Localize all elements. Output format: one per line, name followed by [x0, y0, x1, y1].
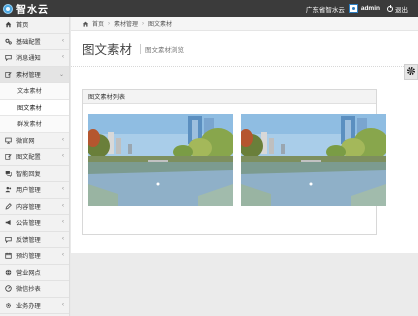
sidebar-item-label: 反馈管理 [16, 236, 41, 244]
page-header: 图文素材 图文素材浏览 [71, 31, 418, 67]
sidebar-subitem-label: 群发素材 [17, 121, 42, 129]
gear-icon [406, 66, 416, 78]
river-city-photo [88, 114, 233, 206]
sidebar-item-label: 微官网 [16, 137, 35, 145]
desktop-icon [5, 137, 12, 144]
sidebar-item-label: 预约管理 [16, 253, 41, 261]
comment-icon [5, 54, 12, 62]
sidebar-item-meter-reading[interactable]: 微信抄表 [0, 281, 69, 298]
chevron-left-icon: ‹ [62, 301, 64, 308]
sidebar-item-content-management[interactable]: 内容管理 ‹ [0, 199, 69, 215]
chevron-left-icon: ‹ [62, 202, 64, 209]
chevron-left-icon: ‹ [62, 153, 64, 159]
breadcrumb-current: 图文素材 [148, 22, 173, 28]
sidebar-item-label: 基础配置 [16, 38, 41, 46]
edit-icon [5, 153, 12, 160]
chevron-down-icon: ⌄ [58, 71, 64, 78]
chevron-left-icon: ‹ [62, 219, 64, 225]
pencil-icon [5, 202, 12, 210]
river-city-photo [241, 114, 386, 206]
breadcrumb-home[interactable]: 首页 [92, 19, 104, 28]
sidebar-item-image-text-config[interactable]: 图文配置 ‹ [0, 149, 69, 166]
page-subtitle: 图文素材浏览 [140, 43, 184, 54]
image-text-list-panel: 图文素材列表 [82, 89, 386, 235]
top-navbar: 智水云 广东省智水云 admin 退出 [0, 0, 418, 17]
sidebar-item-label: 微信抄表 [16, 286, 41, 294]
sidebar-item-home[interactable]: 首页 [0, 17, 69, 34]
sidebar-item-feedback-management[interactable]: 反馈管理 ‹ [0, 232, 69, 248]
sidebar-item-appointment-management[interactable]: 预约管理 ‹ [0, 248, 69, 265]
chevron-left-icon: ‹ [62, 136, 64, 143]
brand[interactable]: 智水云 [0, 1, 49, 16]
chevron-left-icon: ‹ [62, 54, 64, 60]
comment-icon [5, 236, 12, 243]
chevron-left-icon: ‹ [62, 235, 64, 242]
sidebar-item-label: 业务办理 [16, 302, 41, 310]
sidebar-subitem-label: 文本素材 [17, 88, 42, 96]
org-name: 广东省智水云 [305, 6, 345, 14]
sidebar: 首页 基础配置 ‹ 消息通知 ‹ 素材管理 ⌄ 文本素材 图文素材 群发素材 微… [0, 17, 70, 316]
sidebar-item-micro-site[interactable]: 微官网 ‹ [0, 133, 69, 149]
logout-link[interactable]: 退出 [395, 4, 408, 14]
sidebar-subitem-text-material[interactable]: 文本素材 [0, 83, 69, 100]
breadcrumb-materials[interactable]: 素材管理 [114, 19, 138, 28]
sidebar-item-label: 营业网点 [16, 269, 41, 277]
comments-icon [5, 170, 12, 177]
brand-name: 智水云 [16, 5, 49, 16]
users-icon [5, 186, 12, 193]
home-icon [5, 21, 12, 28]
home-icon [82, 21, 89, 27]
power-icon[interactable] [387, 4, 393, 12]
breadcrumb-separator: › [142, 20, 145, 27]
sidebar-item-label: 用户管理 [16, 187, 41, 195]
panel-heading: 图文素材列表 [83, 90, 376, 104]
gears-icon [5, 38, 12, 45]
page-title: 图文素材 [82, 43, 133, 57]
chevron-left-icon: ‹ [62, 37, 64, 44]
image-text-thumbnail[interactable] [241, 114, 386, 206]
image-text-thumbnail[interactable] [88, 114, 233, 206]
username[interactable]: admin [361, 5, 380, 12]
edit-icon [5, 71, 12, 78]
chevron-left-icon: ‹ [62, 252, 64, 258]
breadcrumb-separator: › [108, 20, 111, 27]
sidebar-item-user-management[interactable]: 用户管理 ‹ [0, 182, 69, 199]
content-footer-area [71, 253, 418, 316]
sidebar-subitem-image-text-material[interactable]: 图文素材 [0, 99, 69, 116]
sidebar-item-announcement-management[interactable]: 公告管理 ‹ [0, 215, 69, 232]
sidebar-item-materials[interactable]: 素材管理 ⌄ [0, 66, 69, 83]
calendar-icon [5, 252, 12, 259]
sidebar-item-smart-reply[interactable]: 智能回复 [0, 166, 69, 182]
sidebar-item-service-outlets[interactable]: 营业网点 [0, 265, 69, 281]
globe-icon [5, 269, 12, 276]
settings-button[interactable] [404, 64, 418, 80]
sidebar-item-label: 消息通知 [16, 55, 41, 63]
cog-icon [5, 302, 12, 309]
user-area: 广东省智水云 admin 退出 [306, 4, 418, 14]
sidebar-item-label: 内容管理 [16, 203, 41, 211]
sidebar-item-notifications[interactable]: 消息通知 ‹ [0, 50, 69, 67]
bullhorn-icon [5, 219, 12, 226]
sidebar-item-label: 图文配置 [16, 154, 41, 162]
sidebar-subitem-label: 图文素材 [17, 104, 42, 112]
sidebar-subitem-mass-material[interactable]: 群发素材 [0, 116, 69, 133]
sidebar-item-business-handling[interactable]: 业务办理 ‹ [0, 298, 69, 314]
sidebar-item-label: 素材管理 [16, 71, 41, 79]
breadcrumb: 首页 › 素材管理 › 图文素材 [71, 17, 418, 31]
gauge-icon [5, 285, 12, 292]
chevron-left-icon: ‹ [62, 186, 64, 192]
sidebar-item-label: 智能回复 [16, 170, 41, 178]
sidebar-item-label: 公告管理 [16, 220, 41, 228]
logo-icon [3, 3, 13, 14]
avatar[interactable] [348, 4, 358, 13]
sidebar-item-label: 首页 [16, 22, 29, 30]
sidebar-item-basic-config[interactable]: 基础配置 ‹ [0, 34, 69, 50]
